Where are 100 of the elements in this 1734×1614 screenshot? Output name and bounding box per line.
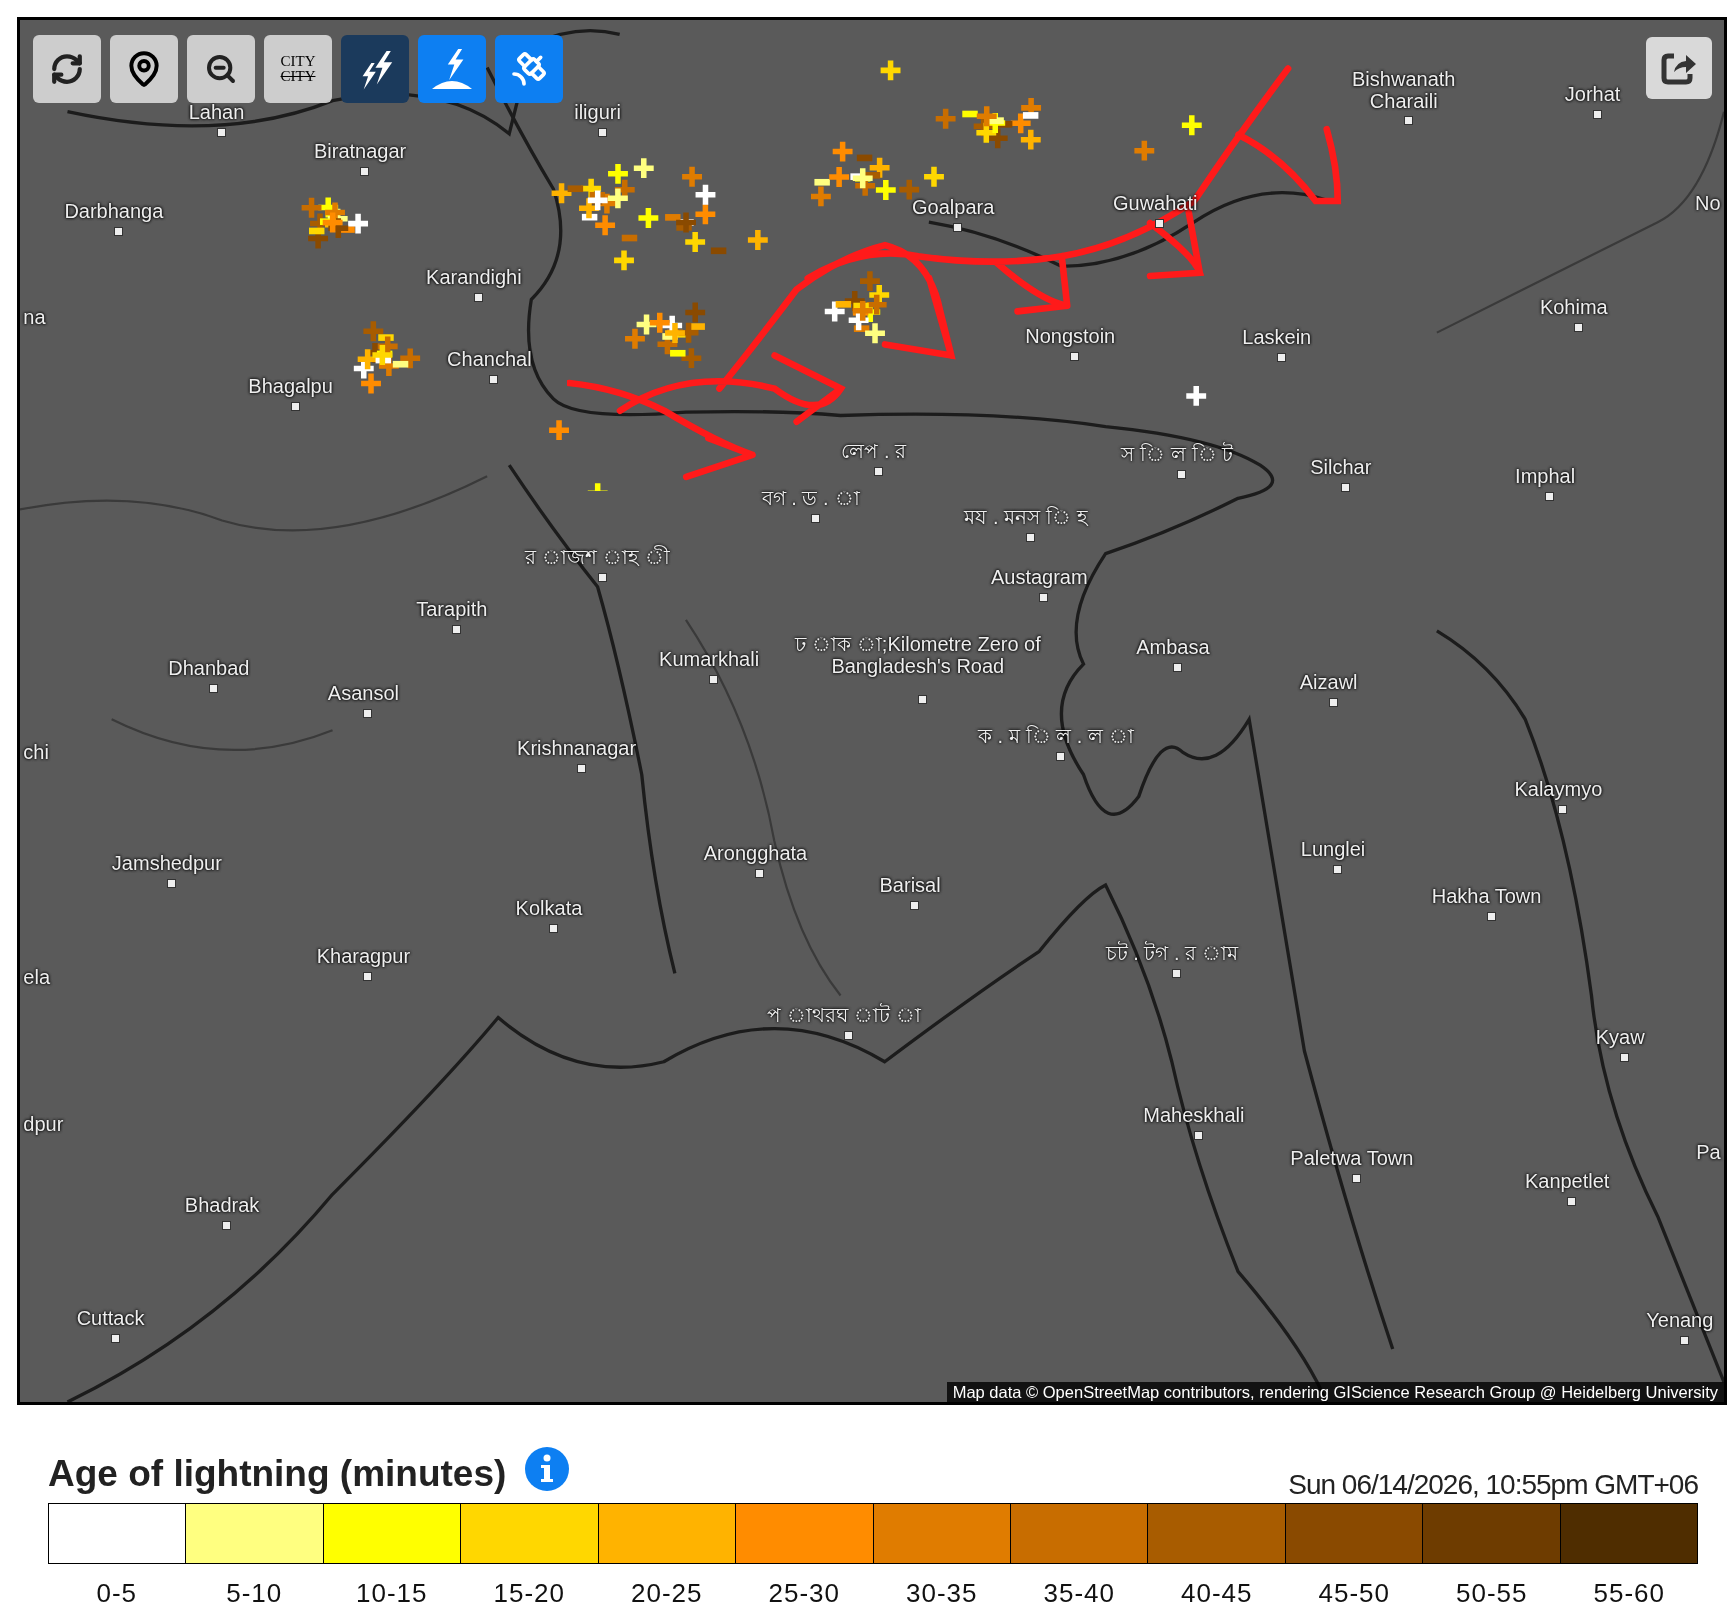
place-marker-icon: [451, 624, 461, 634]
place-label: Nongstoin: [1025, 324, 1116, 347]
place-label: Kanpetlet: [1524, 1170, 1610, 1193]
place-marker-icon: [910, 901, 920, 910]
place-label: Cuttack: [76, 1307, 145, 1330]
zoom-out-button[interactable]: [187, 35, 255, 103]
legend-range-label: 50-55: [1456, 1577, 1528, 1610]
place-label: Barisal: [879, 874, 941, 896]
place-label: ঢ াক া;Kilometre Zero of Bangladesh's Road: [793, 633, 1042, 678]
place-label: Imphal: [1515, 465, 1576, 488]
place-marker-icon: [1545, 492, 1555, 502]
place-marker-icon: [360, 167, 370, 177]
place-marker-icon: [1679, 1336, 1689, 1346]
legend-title: Age of lightning (minutes): [48, 1452, 507, 1496]
place-label: ela: [23, 965, 50, 988]
refresh-icon: [50, 52, 84, 86]
place-marker-icon: [208, 684, 218, 694]
place-marker-icon: [1351, 1173, 1361, 1183]
timestamp: Sun 06/14/2026, 10:55pm GMT+06: [1288, 1468, 1698, 1502]
place-label: Lahan: [188, 100, 245, 123]
place-marker-icon: [1276, 353, 1286, 363]
legend-range-label: 40-45: [1181, 1577, 1253, 1610]
location-button[interactable]: [110, 35, 178, 103]
place-label: Austagram: [990, 565, 1088, 588]
place-marker-icon: [473, 293, 483, 303]
satellite-icon: [509, 49, 549, 89]
place-label: Laskein: [1242, 326, 1312, 349]
place-label: বগ . ড . া: [761, 487, 860, 510]
place-marker-icon: [216, 127, 226, 137]
place-marker-icon: [363, 708, 373, 718]
place-marker-icon: [1171, 969, 1181, 979]
satellite-button[interactable]: [495, 35, 563, 103]
place-label: চট . টগ . র াম: [1105, 942, 1238, 965]
info-icon[interactable]: [524, 1446, 571, 1492]
place-marker-icon: [953, 222, 963, 232]
place-label: Yenang: [1646, 1309, 1714, 1332]
place-label: No: [1695, 192, 1721, 215]
place-marker-icon: [548, 924, 558, 934]
place-marker-icon: [1055, 751, 1065, 761]
legend-range-label: 45-50: [1318, 1577, 1390, 1610]
place-marker-icon: [222, 1221, 232, 1231]
place-marker-icon: [1558, 804, 1568, 814]
place-marker-icon: [1567, 1197, 1577, 1207]
place-label: Krishnanagar: [517, 737, 637, 759]
place-marker-icon: [709, 674, 719, 684]
place-marker-icon: [597, 127, 607, 137]
place-label: dpur: [23, 1112, 64, 1135]
place-marker-icon: [1333, 864, 1343, 874]
place-label: প াথরঘ াট া: [766, 1004, 921, 1027]
legend-range-label: 55-60: [1593, 1577, 1665, 1610]
place-label: Kyaw: [1595, 1026, 1645, 1049]
place-marker-icon: [1486, 912, 1496, 922]
place-marker-icon: [1592, 110, 1602, 119]
place-label: লেপ . র: [841, 439, 906, 462]
place-marker-icon: [1328, 697, 1338, 707]
place-label: Bhagalpu: [248, 374, 333, 397]
place-label: ক . ম ি ল . ল া: [977, 724, 1134, 747]
refresh-button[interactable]: [33, 35, 101, 103]
place-label: Kohima: [1539, 296, 1608, 319]
place-marker-icon: [1155, 219, 1165, 229]
place-marker-icon: [110, 1334, 120, 1344]
ground-strike-button[interactable]: [418, 35, 486, 103]
place-label: Goalpara: [912, 195, 995, 218]
place-label: Darbhanga: [64, 200, 164, 223]
place-marker-icon: [1340, 483, 1350, 493]
place-marker-icon: [810, 514, 820, 524]
place-label: Silchar: [1310, 456, 1372, 479]
place-label: Dhanbad: [168, 657, 250, 680]
place-marker-icon: [1070, 351, 1080, 361]
place-label: iliguri: [574, 100, 621, 123]
place-label: Aizawl: [1299, 670, 1358, 693]
place-label: Hakha Town: [1431, 885, 1542, 908]
place-marker-icon: [755, 868, 765, 878]
place-label: Bishwanath Charaili: [1351, 67, 1457, 112]
place-label: Kalaymyo: [1514, 777, 1603, 800]
place-label: ময . মনস ি হ: [964, 506, 1088, 529]
place-label: Bhadrak: [184, 1194, 260, 1217]
place-label: Chanchal: [447, 348, 532, 371]
place-label: Jamshedpur: [111, 851, 222, 874]
legend-range-label: 30-35: [906, 1577, 978, 1610]
place-marker-icon: [597, 572, 607, 582]
place-marker-icon: [290, 401, 300, 411]
legend-range-label: 35-40: [1043, 1577, 1115, 1610]
place-marker-icon: [917, 695, 927, 705]
place-label: Paletwa Town: [1290, 1146, 1414, 1169]
place-marker-icon: [113, 227, 123, 237]
place-label: Tarapith: [416, 597, 488, 620]
place-marker-icon: [1620, 1053, 1630, 1063]
place-label: Kolkata: [515, 897, 583, 920]
place-label: Kharagpur: [316, 944, 411, 967]
lightning-button[interactable]: [341, 35, 409, 103]
place-marker-icon: [873, 466, 883, 476]
share-button[interactable]: [1646, 37, 1712, 99]
city-labels-button[interactable]: CITY CITY: [264, 35, 332, 103]
place-label: Arongghata: [703, 841, 808, 864]
legend-range-label: 25-30: [768, 1577, 840, 1610]
place-label: Pa: [1696, 1141, 1721, 1164]
place-marker-icon: [1039, 592, 1049, 602]
place-label: স ি ল ি ট: [1121, 443, 1234, 466]
place-marker-icon: [843, 1031, 853, 1041]
